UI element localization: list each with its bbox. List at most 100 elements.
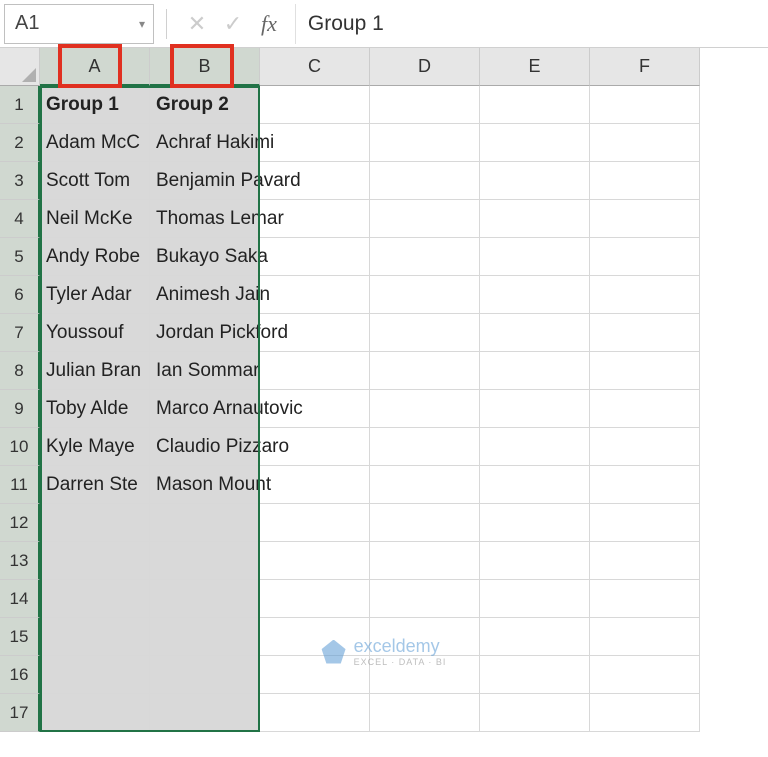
cell-C6[interactable]	[260, 276, 370, 314]
cell-F13[interactable]	[590, 542, 700, 580]
row-header-7[interactable]: 7	[0, 314, 40, 352]
row-header-12[interactable]: 12	[0, 504, 40, 542]
cell-F8[interactable]	[590, 352, 700, 390]
fx-label[interactable]: fx	[261, 11, 277, 37]
cell-E1[interactable]	[480, 86, 590, 124]
cell-B7[interactable]: Jordan Pickford	[150, 314, 260, 352]
select-all-corner[interactable]	[0, 48, 40, 86]
cell-F12[interactable]	[590, 504, 700, 542]
row-header-17[interactable]: 17	[0, 694, 40, 732]
cell-D10[interactable]	[370, 428, 480, 466]
cell-A17[interactable]	[40, 694, 150, 732]
cell-A2[interactable]: Adam McC	[40, 124, 150, 162]
cell-E3[interactable]	[480, 162, 590, 200]
cell-F11[interactable]	[590, 466, 700, 504]
cell-F17[interactable]	[590, 694, 700, 732]
cell-F3[interactable]	[590, 162, 700, 200]
cell-B4[interactable]: Thomas Lemar	[150, 200, 260, 238]
cell-B10[interactable]: Claudio Pizzaro	[150, 428, 260, 466]
column-header-b[interactable]: B	[150, 48, 260, 86]
cell-F10[interactable]	[590, 428, 700, 466]
row-header-2[interactable]: 2	[0, 124, 40, 162]
row-header-13[interactable]: 13	[0, 542, 40, 580]
row-header-9[interactable]: 9	[0, 390, 40, 428]
cell-D13[interactable]	[370, 542, 480, 580]
chevron-down-icon[interactable]: ▾	[139, 17, 145, 31]
cell-A8[interactable]: Julian Bran	[40, 352, 150, 390]
cell-F16[interactable]	[590, 656, 700, 694]
cell-F1[interactable]	[590, 86, 700, 124]
column-header-f[interactable]: F	[590, 48, 700, 86]
cell-A11[interactable]: Darren Ste	[40, 466, 150, 504]
cell-D12[interactable]	[370, 504, 480, 542]
cell-E8[interactable]	[480, 352, 590, 390]
name-box[interactable]: A1 ▾	[4, 4, 154, 44]
cell-E16[interactable]	[480, 656, 590, 694]
row-header-8[interactable]: 8	[0, 352, 40, 390]
cell-A16[interactable]	[40, 656, 150, 694]
cell-A5[interactable]: Andy Robe	[40, 238, 150, 276]
cell-B16[interactable]	[150, 656, 260, 694]
cell-E10[interactable]	[480, 428, 590, 466]
row-header-5[interactable]: 5	[0, 238, 40, 276]
cell-D3[interactable]	[370, 162, 480, 200]
row-header-3[interactable]: 3	[0, 162, 40, 200]
cell-F6[interactable]	[590, 276, 700, 314]
cell-E17[interactable]	[480, 694, 590, 732]
cell-A12[interactable]	[40, 504, 150, 542]
cell-C12[interactable]	[260, 504, 370, 542]
cell-C2[interactable]	[260, 124, 370, 162]
cell-F9[interactable]	[590, 390, 700, 428]
cell-D17[interactable]	[370, 694, 480, 732]
cell-D5[interactable]	[370, 238, 480, 276]
cell-B13[interactable]	[150, 542, 260, 580]
cell-B14[interactable]	[150, 580, 260, 618]
cell-C8[interactable]	[260, 352, 370, 390]
cell-C1[interactable]	[260, 86, 370, 124]
cell-E4[interactable]	[480, 200, 590, 238]
cell-F15[interactable]	[590, 618, 700, 656]
cell-D7[interactable]	[370, 314, 480, 352]
spreadsheet-grid[interactable]: ABCDEF1Group 1Group 22Adam McCAchraf Hak…	[0, 48, 768, 732]
cell-E15[interactable]	[480, 618, 590, 656]
row-header-14[interactable]: 14	[0, 580, 40, 618]
column-header-a[interactable]: A	[40, 48, 150, 86]
row-header-15[interactable]: 15	[0, 618, 40, 656]
cell-C17[interactable]	[260, 694, 370, 732]
cell-D6[interactable]	[370, 276, 480, 314]
cell-D11[interactable]	[370, 466, 480, 504]
cell-D8[interactable]	[370, 352, 480, 390]
row-header-4[interactable]: 4	[0, 200, 40, 238]
cell-E7[interactable]	[480, 314, 590, 352]
column-header-c[interactable]: C	[260, 48, 370, 86]
cell-E13[interactable]	[480, 542, 590, 580]
cell-B8[interactable]: Ian Sommar	[150, 352, 260, 390]
row-header-11[interactable]: 11	[0, 466, 40, 504]
cell-B5[interactable]: Bukayo Saka	[150, 238, 260, 276]
cell-A4[interactable]: Neil McKe	[40, 200, 150, 238]
cell-E2[interactable]	[480, 124, 590, 162]
cell-B2[interactable]: Achraf Hakimi	[150, 124, 260, 162]
cell-B15[interactable]	[150, 618, 260, 656]
cell-A14[interactable]	[40, 580, 150, 618]
cell-C5[interactable]	[260, 238, 370, 276]
cell-C11[interactable]	[260, 466, 370, 504]
cell-A10[interactable]: Kyle Maye	[40, 428, 150, 466]
row-header-6[interactable]: 6	[0, 276, 40, 314]
cell-B9[interactable]: Marco Arnautovic	[150, 390, 260, 428]
cell-E11[interactable]	[480, 466, 590, 504]
cell-D4[interactable]	[370, 200, 480, 238]
cell-A3[interactable]: Scott Tom	[40, 162, 150, 200]
cell-C14[interactable]	[260, 580, 370, 618]
cell-E12[interactable]	[480, 504, 590, 542]
formula-input[interactable]	[295, 4, 768, 44]
cell-D1[interactable]	[370, 86, 480, 124]
cell-A15[interactable]	[40, 618, 150, 656]
cell-B17[interactable]	[150, 694, 260, 732]
cell-B6[interactable]: Animesh Jain	[150, 276, 260, 314]
cell-F5[interactable]	[590, 238, 700, 276]
cell-E6[interactable]	[480, 276, 590, 314]
row-header-1[interactable]: 1	[0, 86, 40, 124]
cell-A9[interactable]: Toby Alde	[40, 390, 150, 428]
cell-E5[interactable]	[480, 238, 590, 276]
